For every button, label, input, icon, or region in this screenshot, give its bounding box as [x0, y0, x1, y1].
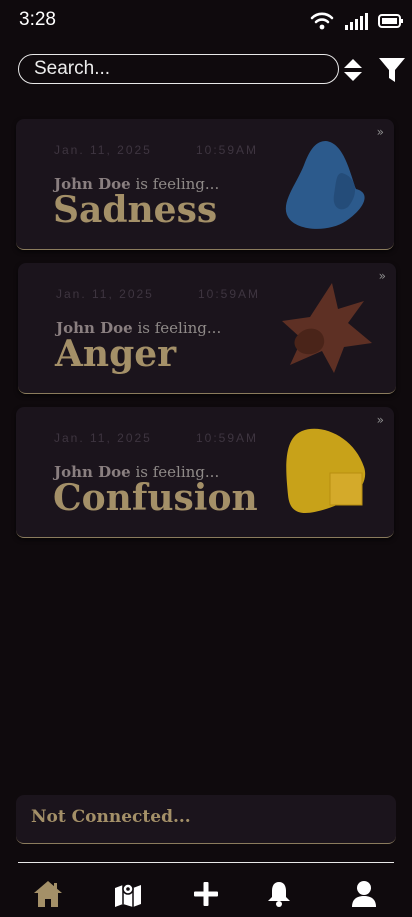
card-date: Jan. 11, 2025 — [54, 143, 152, 157]
map-icon — [115, 883, 141, 907]
card-emotion: Sadness — [53, 189, 218, 231]
filter-icon[interactable] — [378, 57, 406, 83]
home-icon — [34, 881, 62, 907]
profile-icon — [352, 881, 376, 907]
nav-notifications[interactable] — [259, 874, 299, 914]
confusion-blob-icon — [286, 428, 366, 514]
chevron-right-icon[interactable]: » — [379, 269, 386, 283]
emotion-card[interactable]: » Jan. 11, 2025 10:59AM John Doe is feel… — [18, 263, 396, 394]
card-emotion: Confusion — [53, 477, 258, 519]
chevron-right-icon[interactable]: » — [377, 125, 384, 139]
sadness-blob-icon — [285, 141, 365, 229]
card-date: Jan. 11, 2025 — [54, 431, 152, 445]
card-emotion: Anger — [55, 333, 177, 375]
status-icons — [310, 12, 404, 30]
bell-icon — [268, 882, 290, 907]
nav-add[interactable] — [186, 874, 226, 914]
wifi-icon — [310, 12, 334, 30]
connection-status-text: Not Connected... — [31, 807, 191, 827]
sort-icon[interactable] — [342, 57, 364, 83]
status-bar: 3:28 — [0, 0, 412, 44]
connection-status-banner: Not Connected... — [16, 795, 396, 844]
card-date: Jan. 11, 2025 — [56, 287, 154, 301]
nav-profile[interactable] — [344, 874, 384, 914]
search-input[interactable] — [18, 54, 339, 84]
nav-home[interactable] — [28, 874, 68, 914]
emotion-card[interactable]: » Jan. 11, 2025 10:59AM John Doe is feel… — [16, 119, 394, 250]
chevron-right-icon[interactable]: » — [377, 413, 384, 427]
card-time: 10:59AM — [196, 431, 259, 445]
nav-divider — [18, 862, 394, 863]
plus-icon — [194, 882, 218, 906]
search-row — [18, 54, 405, 86]
anger-blob-icon — [282, 283, 372, 373]
status-time: 3:28 — [19, 9, 56, 30]
card-time: 10:59AM — [196, 143, 259, 157]
battery-icon — [378, 14, 403, 28]
emotion-card[interactable]: » Jan. 11, 2025 10:59AM John Doe is feel… — [16, 407, 394, 538]
signal-icon — [345, 13, 368, 30]
card-time: 10:59AM — [198, 287, 261, 301]
bottom-nav — [0, 874, 412, 914]
nav-map[interactable] — [108, 874, 148, 914]
